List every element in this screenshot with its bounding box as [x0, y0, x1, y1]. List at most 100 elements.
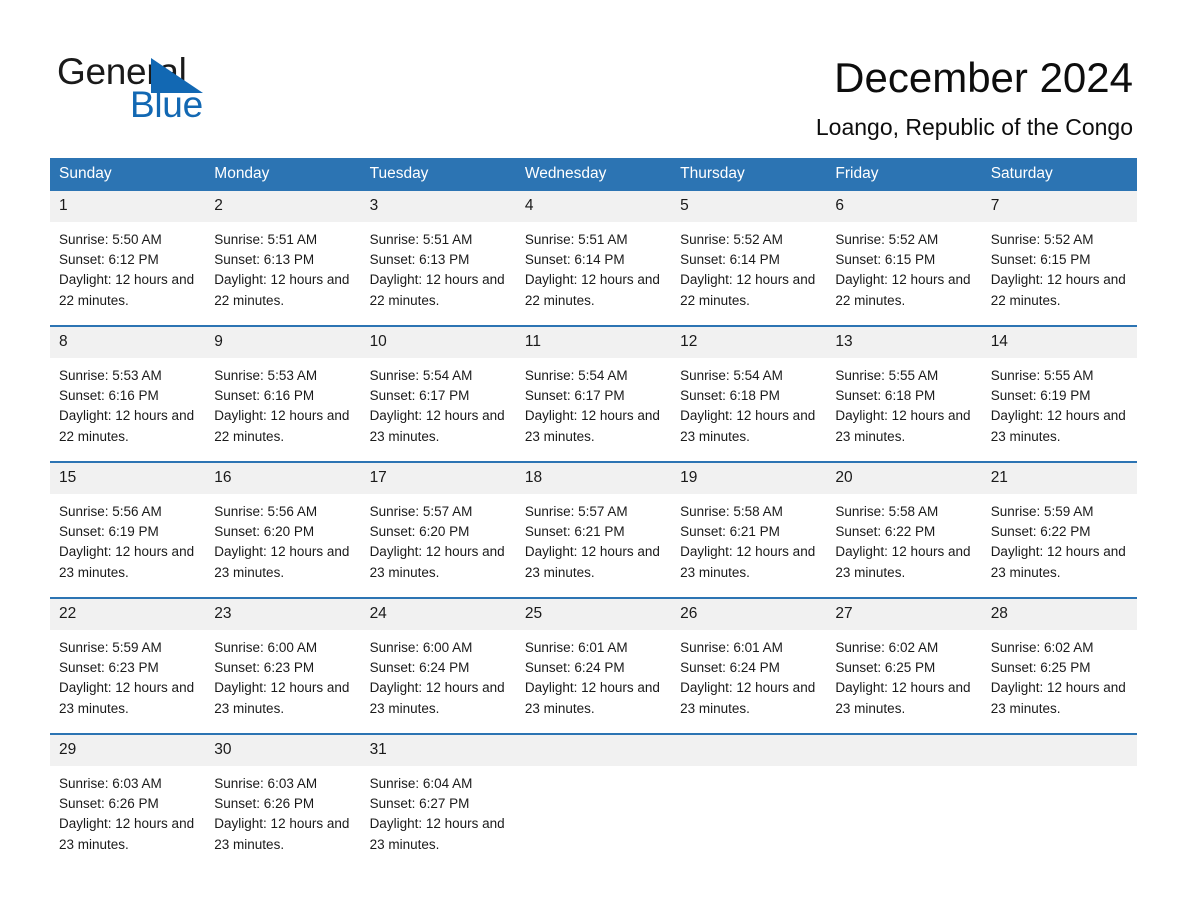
day-details: Sunrise: 5:53 AM Sunset: 6:16 PM Dayligh… — [50, 358, 205, 447]
page-header: General Blue December 2024 Loango, Repub… — [0, 0, 1188, 150]
calendar-day-cell[interactable]: 3 Sunrise: 5:51 AM Sunset: 6:13 PM Dayli… — [360, 191, 516, 326]
daylight-text: Daylight: 12 hours and 23 minutes. — [524, 680, 660, 716]
calendar-day-cell[interactable]: 30 Sunrise: 6:03 AM Sunset: 6:26 PM Dayl… — [205, 733, 361, 869]
calendar-day-cell[interactable]: 26 Sunrise: 6:01 AM Sunset: 6:24 PM Dayl… — [671, 597, 827, 734]
day-details: Sunrise: 5:52 AM Sunset: 6:14 PM Dayligh… — [671, 222, 826, 311]
daylight-text: Daylight: 12 hours and 23 minutes. — [835, 544, 971, 580]
daylight-text: Daylight: 12 hours and 23 minutes. — [680, 544, 816, 580]
day-details: Sunrise: 6:00 AM Sunset: 6:24 PM Dayligh… — [361, 630, 516, 719]
calendar-day-cell[interactable]: 19 Sunrise: 5:58 AM Sunset: 6:21 PM Dayl… — [671, 461, 827, 598]
calendar-day-cell[interactable]: 13 Sunrise: 5:55 AM Sunset: 6:18 PM Dayl… — [826, 325, 982, 462]
sunrise-text: Sunrise: 5:58 AM — [835, 504, 939, 519]
daylight-text: Daylight: 12 hours and 23 minutes. — [369, 544, 505, 580]
calendar-week-row: 29 Sunrise: 6:03 AM Sunset: 6:26 PM Dayl… — [50, 733, 1137, 869]
calendar-day-cell[interactable]: 18 Sunrise: 5:57 AM Sunset: 6:21 PM Dayl… — [515, 461, 672, 598]
sunrise-text: Sunrise: 5:55 AM — [990, 368, 1094, 383]
sunset-text: Sunset: 6:12 PM — [59, 252, 159, 268]
page-title: December 2024 — [834, 54, 1133, 101]
day-details: Sunrise: 5:52 AM Sunset: 6:15 PM Dayligh… — [982, 222, 1137, 311]
daylight-text: Daylight: 12 hours and 22 minutes. — [214, 408, 350, 444]
calendar-day-cell[interactable]: 2 Sunrise: 5:51 AM Sunset: 6:13 PM Dayli… — [205, 191, 361, 326]
weekday-header-saturday: Saturday — [981, 158, 1137, 191]
day-details: Sunrise: 5:54 AM Sunset: 6:17 PM Dayligh… — [361, 358, 516, 447]
calendar-day-cell[interactable]: 27 Sunrise: 6:02 AM Sunset: 6:25 PM Dayl… — [826, 597, 982, 734]
calendar-day-cell[interactable]: 16 Sunrise: 5:56 AM Sunset: 6:20 PM Dayl… — [205, 461, 361, 598]
calendar-day-cell-empty — [671, 733, 827, 869]
daylight-text: Daylight: 12 hours and 23 minutes. — [835, 680, 971, 716]
calendar-day-cell[interactable]: 14 Sunrise: 5:55 AM Sunset: 6:19 PM Dayl… — [981, 325, 1137, 462]
sunset-text: Sunset: 6:18 PM — [680, 388, 780, 404]
calendar-day-cell[interactable]: 10 Sunrise: 5:54 AM Sunset: 6:17 PM Dayl… — [360, 325, 516, 462]
day-number: 6 — [826, 191, 982, 222]
calendar-day-cell[interactable]: 11 Sunrise: 5:54 AM Sunset: 6:17 PM Dayl… — [515, 325, 672, 462]
sunset-text: Sunset: 6:18 PM — [835, 388, 936, 404]
sunrise-text: Sunrise: 5:53 AM — [214, 368, 318, 383]
day-details: Sunrise: 5:53 AM Sunset: 6:16 PM Dayligh… — [205, 358, 360, 447]
day-number: 21 — [981, 463, 1137, 494]
calendar-day-cell[interactable]: 7 Sunrise: 5:52 AM Sunset: 6:15 PM Dayli… — [981, 191, 1137, 326]
sunrise-text: Sunrise: 5:54 AM — [524, 368, 628, 383]
sunrise-text: Sunrise: 5:57 AM — [524, 504, 628, 519]
daylight-text: Daylight: 12 hours and 23 minutes. — [680, 680, 816, 716]
calendar-day-cell[interactable]: 8 Sunrise: 5:53 AM Sunset: 6:16 PM Dayli… — [50, 325, 206, 462]
day-details: Sunrise: 5:54 AM Sunset: 6:18 PM Dayligh… — [671, 358, 826, 447]
calendar-day-cell[interactable]: 25 Sunrise: 6:01 AM Sunset: 6:24 PM Dayl… — [515, 597, 672, 734]
calendar-day-cell[interactable]: 5 Sunrise: 5:52 AM Sunset: 6:14 PM Dayli… — [671, 191, 827, 326]
day-number: 13 — [826, 327, 982, 358]
calendar-day-cell[interactable]: 23 Sunrise: 6:00 AM Sunset: 6:23 PM Dayl… — [205, 597, 361, 734]
generalblue-logo[interactable]: General Blue — [57, 50, 317, 130]
daylight-text: Daylight: 12 hours and 23 minutes. — [524, 408, 660, 444]
day-number — [671, 735, 827, 766]
daylight-text: Daylight: 12 hours and 23 minutes. — [214, 680, 350, 716]
sunrise-text: Sunrise: 5:56 AM — [59, 504, 162, 519]
daylight-text: Daylight: 12 hours and 22 minutes. — [680, 272, 816, 308]
sunrise-text: Sunrise: 5:51 AM — [524, 232, 628, 247]
daylight-text: Daylight: 12 hours and 23 minutes. — [835, 408, 971, 444]
day-details: Sunrise: 5:51 AM Sunset: 6:13 PM Dayligh… — [205, 222, 360, 311]
sunset-text: Sunset: 6:27 PM — [369, 796, 470, 812]
daylight-text: Daylight: 12 hours and 22 minutes. — [524, 272, 660, 308]
daylight-text: Daylight: 12 hours and 23 minutes. — [369, 408, 505, 444]
day-number — [981, 735, 1137, 766]
calendar-week-row: 15 Sunrise: 5:56 AM Sunset: 6:19 PM Dayl… — [50, 461, 1137, 598]
calendar-day-cell[interactable]: 4 Sunrise: 5:51 AM Sunset: 6:14 PM Dayli… — [515, 191, 672, 326]
sunrise-text: Sunrise: 5:51 AM — [369, 232, 473, 247]
sunrise-text: Sunrise: 6:01 AM — [680, 640, 783, 655]
calendar-day-cell[interactable]: 28 Sunrise: 6:02 AM Sunset: 6:25 PM Dayl… — [981, 597, 1137, 734]
calendar-day-cell[interactable]: 20 Sunrise: 5:58 AM Sunset: 6:22 PM Dayl… — [826, 461, 982, 598]
calendar-day-cell[interactable]: 6 Sunrise: 5:52 AM Sunset: 6:15 PM Dayli… — [826, 191, 982, 326]
day-details: Sunrise: 5:51 AM Sunset: 6:14 PM Dayligh… — [516, 222, 671, 311]
sunset-text: Sunset: 6:15 PM — [835, 252, 936, 268]
calendar-day-cell[interactable]: 17 Sunrise: 5:57 AM Sunset: 6:20 PM Dayl… — [360, 461, 516, 598]
calendar-day-cell-empty — [826, 733, 982, 869]
calendar-day-cell[interactable]: 15 Sunrise: 5:56 AM Sunset: 6:19 PM Dayl… — [50, 461, 206, 598]
calendar-day-cell[interactable]: 24 Sunrise: 6:00 AM Sunset: 6:24 PM Dayl… — [360, 597, 516, 734]
daylight-text: Daylight: 12 hours and 22 minutes. — [59, 272, 195, 308]
day-details: Sunrise: 5:56 AM Sunset: 6:20 PM Dayligh… — [205, 494, 360, 583]
sunrise-text: Sunrise: 5:59 AM — [990, 504, 1094, 519]
calendar-day-cell[interactable]: 31 Sunrise: 6:04 AM Sunset: 6:27 PM Dayl… — [360, 733, 516, 869]
day-number: 17 — [360, 463, 516, 494]
calendar-day-cell[interactable]: 22 Sunrise: 5:59 AM Sunset: 6:23 PM Dayl… — [50, 597, 206, 734]
day-details: Sunrise: 5:58 AM Sunset: 6:21 PM Dayligh… — [671, 494, 826, 583]
day-number: 29 — [50, 735, 206, 766]
sunrise-text: Sunrise: 5:54 AM — [369, 368, 473, 383]
sunset-text: Sunset: 6:19 PM — [990, 388, 1091, 404]
day-details — [516, 766, 671, 774]
sunset-text: Sunset: 6:23 PM — [59, 660, 159, 676]
sunrise-text: Sunrise: 5:53 AM — [59, 368, 162, 383]
day-details: Sunrise: 6:00 AM Sunset: 6:23 PM Dayligh… — [205, 630, 360, 719]
daylight-text: Daylight: 12 hours and 22 minutes. — [59, 408, 195, 444]
sunrise-text: Sunrise: 5:55 AM — [835, 368, 939, 383]
calendar-day-cell[interactable]: 9 Sunrise: 5:53 AM Sunset: 6:16 PM Dayli… — [205, 325, 361, 462]
weekday-header-tuesday: Tuesday — [360, 158, 516, 191]
calendar-day-cell[interactable]: 1 Sunrise: 5:50 AM Sunset: 6:12 PM Dayli… — [50, 191, 206, 326]
sunset-text: Sunset: 6:24 PM — [680, 660, 780, 676]
calendar-day-cell[interactable]: 12 Sunrise: 5:54 AM Sunset: 6:18 PM Dayl… — [671, 325, 827, 462]
day-details: Sunrise: 5:58 AM Sunset: 6:22 PM Dayligh… — [826, 494, 981, 583]
calendar-day-cell[interactable]: 29 Sunrise: 6:03 AM Sunset: 6:26 PM Dayl… — [50, 733, 206, 869]
daylight-text: Daylight: 12 hours and 23 minutes. — [369, 680, 505, 716]
calendar-day-cell[interactable]: 21 Sunrise: 5:59 AM Sunset: 6:22 PM Dayl… — [981, 461, 1137, 598]
sunset-text: Sunset: 6:22 PM — [990, 524, 1091, 540]
daylight-text: Daylight: 12 hours and 23 minutes. — [59, 544, 195, 580]
